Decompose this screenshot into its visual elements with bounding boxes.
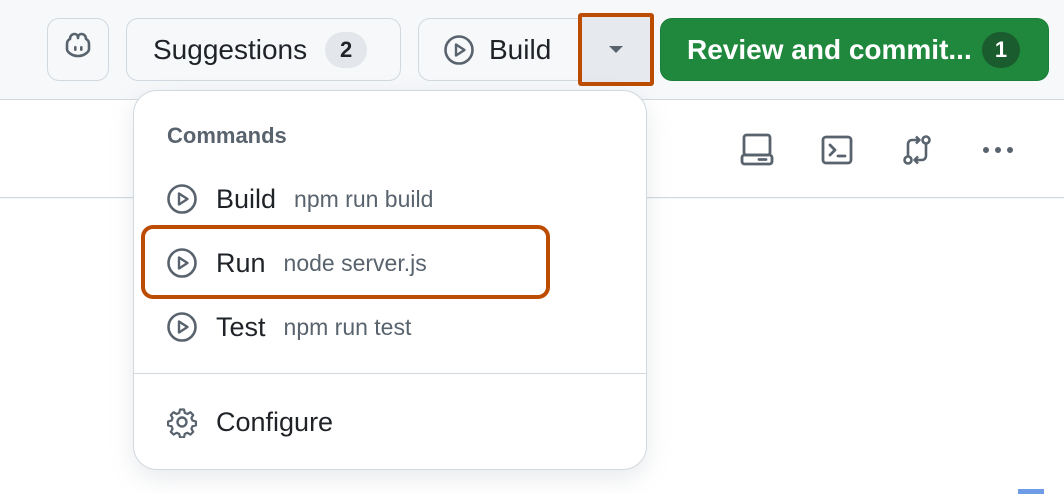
copilot-icon [62,30,94,69]
review-and-commit-button[interactable]: Review and commit... 1 [660,18,1049,81]
suggestions-label: Suggestions [153,33,308,65]
menu-item-test[interactable]: Test npm run test [166,302,411,352]
menu-item-label: Test [216,311,266,342]
top-toolbar: Suggestions 2 Build Review and commit...… [0,0,1064,100]
menu-item-configure[interactable]: Configure [166,397,333,447]
menu-divider [134,373,646,374]
suggestions-count-badge: 2 [325,31,368,68]
menu-item-command: npm run build [294,185,434,212]
play-icon [166,311,198,343]
menu-item-command: npm run test [283,313,412,340]
play-icon [443,34,475,66]
device-desktop-icon[interactable] [737,130,777,170]
copilot-button[interactable] [47,18,109,81]
run-item-highlight [141,225,550,299]
caret-down-icon [609,46,623,53]
commit-label: Review and commit... [687,33,972,65]
git-compare-icon[interactable] [897,130,937,170]
suggestions-button[interactable]: Suggestions 2 [126,18,401,81]
scrollbar-indicator[interactable] [1018,489,1044,494]
menu-item-label: Build [216,183,277,214]
menu-item-label: Configure [216,406,334,437]
commit-count-badge: 1 [982,32,1020,68]
menu-heading: Commands [167,123,287,148]
kebab-horizontal-icon[interactable] [978,130,1018,170]
menu-item-build[interactable]: Build npm run build [166,174,433,224]
terminal-icon[interactable] [817,130,857,170]
build-dropdown-toggle[interactable] [578,13,654,86]
build-label: Build [489,33,552,65]
gear-icon [166,406,198,438]
play-icon [166,183,198,215]
